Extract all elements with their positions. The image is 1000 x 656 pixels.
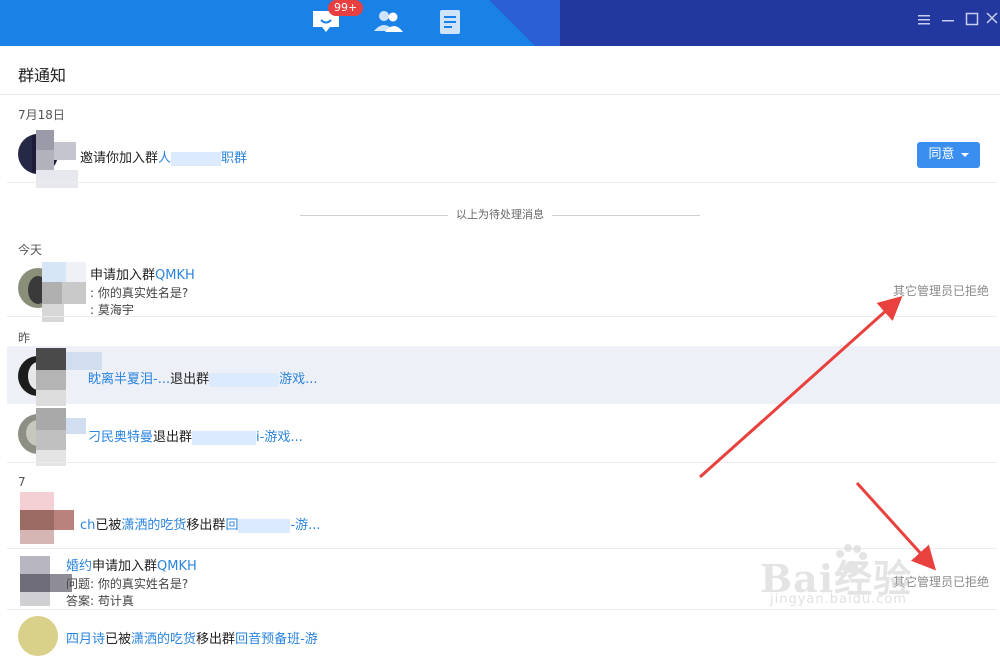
date-label: 7 — [18, 475, 26, 489]
list-item: 眈离半夏泪-...退出群 游戏... — [88, 372, 318, 387]
minimize-icon[interactable] — [938, 10, 958, 30]
date-label: 今天 — [18, 243, 43, 257]
contacts-icon[interactable] — [372, 7, 404, 37]
paw-icon — [836, 544, 867, 573]
close-icon[interactable] — [984, 10, 1000, 30]
pending-message: 邀请你加入群人 职群 — [80, 151, 248, 166]
avatar[interactable] — [18, 616, 58, 656]
group-link[interactable]: 人 — [158, 151, 171, 166]
page-title: 群通知 — [18, 66, 67, 85]
date-label: 昨 — [18, 331, 31, 345]
join-request-message: 婚约申请加入群QMKH — [66, 559, 197, 574]
list-item: 四月诗已被潇洒的吃货移出群回音预备班-游 — [66, 632, 318, 647]
unread-badge: 99+ — [328, 0, 364, 16]
page-header: 群通知 — [0, 46, 1000, 95]
question-text: 问题: 你的真实姓名是? — [66, 577, 189, 591]
pending-separator: 以上为待处理消息 — [300, 207, 700, 223]
baidu-watermark: Bai经验 jingyan.baidu.com — [760, 544, 990, 628]
question-text: : 你的真实姓名是? — [90, 286, 189, 300]
group-link[interactable]: QMKH — [155, 268, 195, 283]
document-icon[interactable] — [434, 7, 466, 37]
chevron-down-icon — [960, 152, 969, 157]
maximize-icon[interactable] — [962, 10, 982, 30]
title-bar: 99+ — [0, 0, 1000, 46]
status-text: 其它管理员已拒绝 — [893, 284, 990, 298]
list-item: 刁民奥特曼退出群 i-游戏... — [88, 430, 303, 445]
list-item: ch已被潇洒的吃货移出群回 -游... — [80, 518, 321, 533]
group-link[interactable]: QMKH — [157, 559, 197, 574]
answer-text: 答案: 苟计真 — [66, 594, 134, 608]
join-request-message: 申请加入群QMKH — [90, 268, 195, 283]
date-label: 7月18日 — [18, 108, 65, 122]
menu-icon[interactable] — [914, 10, 934, 30]
agree-button[interactable]: 同意 — [917, 142, 980, 168]
